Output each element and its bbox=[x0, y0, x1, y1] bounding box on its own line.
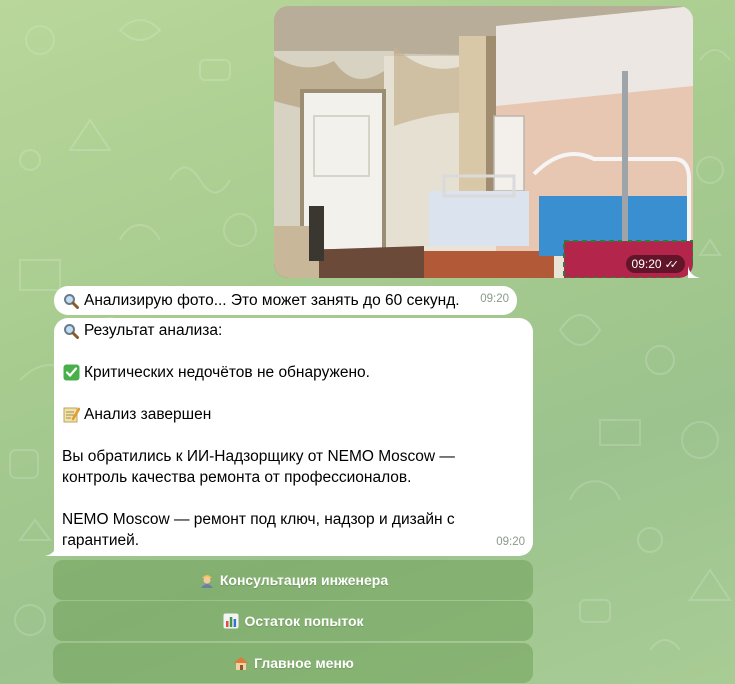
outro-line-2: гарантией. bbox=[62, 532, 140, 549]
message-time: 09:20 bbox=[480, 293, 509, 305]
no-issues-text: Критических недочётов не обнаружено. bbox=[84, 364, 370, 381]
check-mark-icon bbox=[62, 364, 80, 382]
remaining-attempts-button[interactable]: Остаток попыток bbox=[53, 601, 533, 641]
intro-line-1: Вы обратились к ИИ-Надзорщику от NEMO Mo… bbox=[62, 448, 455, 465]
status-message: Анализирую фото... Это может занять до 6… bbox=[54, 286, 517, 315]
photo-message[interactable]: 09:20 ✓✓ bbox=[274, 6, 693, 278]
message-time: 09:20 bbox=[496, 536, 525, 548]
intro-line-2: контроль качества ремонта от профессиона… bbox=[62, 469, 412, 486]
message-bubble-tail bbox=[45, 544, 57, 556]
memo-icon bbox=[62, 406, 80, 424]
main-menu-label: Главное меню bbox=[254, 655, 354, 671]
main-menu-button[interactable]: Главное меню bbox=[53, 643, 533, 683]
room-photo[interactable] bbox=[274, 6, 693, 278]
analysis-done-text: Анализ завершен bbox=[84, 406, 212, 423]
magnifier-icon bbox=[62, 292, 80, 310]
engineer-icon bbox=[198, 571, 216, 589]
photo-bubble-tail bbox=[688, 266, 700, 278]
remaining-attempts-label: Остаток попыток bbox=[244, 613, 364, 629]
result-message: Результат анализа: Критических недочётов… bbox=[54, 318, 533, 556]
magnifier-icon bbox=[62, 322, 80, 340]
photo-meta: 09:20 ✓✓ bbox=[625, 255, 685, 273]
bar-chart-icon bbox=[222, 612, 240, 630]
status-message-text: Анализирую фото... Это может занять до 6… bbox=[84, 292, 460, 309]
photo-time: 09:20 bbox=[631, 257, 662, 271]
result-header: Результат анализа: bbox=[84, 322, 223, 339]
outro-line-1: NEMO Moscow — ремонт под ключ, надзор и … bbox=[62, 511, 455, 528]
house-icon bbox=[232, 654, 250, 672]
consult-engineer-button[interactable]: Консультация инженера bbox=[53, 560, 533, 600]
consult-engineer-label: Консультация инженера bbox=[219, 572, 389, 588]
read-checkmarks-icon: ✓✓ bbox=[664, 258, 680, 271]
